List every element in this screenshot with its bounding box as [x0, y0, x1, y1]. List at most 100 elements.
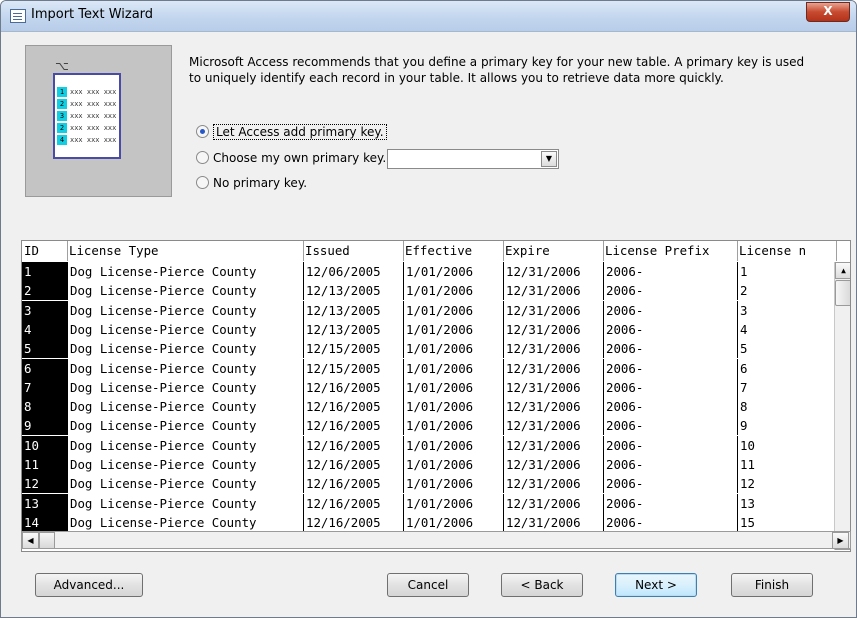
row-selector-cell[interactable]: 14	[22, 512, 67, 532]
table-cell[interactable]: 12/31/2006	[503, 281, 604, 301]
table-cell[interactable]: 12/16/2005	[303, 435, 404, 455]
dropdown-arrow-icon[interactable]: ▼	[541, 151, 557, 167]
table-cell[interactable]: Dog License-Pierce County	[67, 435, 304, 455]
scroll-up-icon[interactable]: ▲	[835, 262, 850, 279]
table-row[interactable]: 10 Dog License-Pierce County 12/16/2005 1/0…	[22, 435, 837, 455]
table-cell[interactable]: 2006-	[603, 262, 738, 281]
option-choose-own-key[interactable]: Choose my own primary key.	[196, 148, 386, 168]
table-cell[interactable]: 12/13/2005	[303, 319, 404, 339]
table-cell[interactable]: Dog License-Pierce County	[67, 377, 304, 397]
table-row[interactable]: 14 Dog License-Pierce County 12/16/2005 1/0…	[22, 512, 834, 532]
table-cell[interactable]: 12/31/2006	[503, 512, 604, 532]
table-cell[interactable]: 12/31/2006	[503, 339, 604, 359]
table-cell[interactable]: 12/31/2006	[503, 416, 604, 436]
row-selector-cell[interactable]: 8	[22, 397, 67, 417]
table-cell[interactable]: 12/31/2006	[503, 377, 604, 397]
table-cell[interactable]: 4	[737, 319, 837, 339]
column-header[interactable]: Expire	[503, 241, 604, 261]
data-preview-grid[interactable]: ID License Type Issued Effective Expire …	[21, 240, 851, 552]
row-selector-cell[interactable]: 6	[22, 358, 67, 378]
table-row[interactable]: 6 Dog License-Pierce County 12/15/2005 1/01…	[22, 358, 837, 378]
column-header[interactable]: Issued	[303, 241, 404, 261]
row-selector-cell[interactable]: 13	[22, 493, 67, 513]
row-selector-cell[interactable]: 2	[22, 281, 67, 301]
table-cell[interactable]: 9	[737, 416, 837, 436]
option-no-primary-key[interactable]: No primary key.	[196, 173, 307, 193]
table-cell[interactable]: 12/16/2005	[303, 455, 404, 474]
vertical-scroll-thumb[interactable]	[835, 280, 850, 306]
table-cell[interactable]: 12/13/2005	[303, 281, 404, 301]
table-cell[interactable]: 1/01/2006	[403, 300, 504, 320]
column-header[interactable]: Effective	[403, 241, 504, 261]
back-button[interactable]: < Back	[501, 573, 583, 597]
table-cell[interactable]: 12	[737, 474, 837, 494]
table-cell[interactable]: 6	[737, 358, 837, 378]
table-cell[interactable]: 12/13/2005	[303, 300, 404, 320]
table-cell[interactable]: 2006-	[603, 319, 738, 339]
horizontal-scrollbar[interactable]: ◀ ▶	[21, 531, 851, 549]
row-selector-cell[interactable]: 12	[22, 474, 67, 494]
column-header[interactable]: License Prefix	[603, 241, 738, 261]
table-cell[interactable]: Dog License-Pierce County	[67, 397, 304, 417]
table-cell[interactable]: 12/31/2006	[503, 474, 604, 494]
table-cell[interactable]: 5	[737, 339, 837, 359]
table-cell[interactable]: 12/31/2006	[503, 435, 604, 455]
column-header[interactable]: License Type	[67, 241, 304, 261]
table-cell[interactable]: 12/16/2005	[303, 377, 404, 397]
table-row[interactable]: 13 Dog License-Pierce County 12/16/2005 1/0…	[22, 493, 837, 513]
radio-icon[interactable]	[196, 176, 209, 189]
table-cell[interactable]: Dog License-Pierce County	[67, 300, 304, 320]
scroll-right-icon[interactable]: ▶	[832, 532, 849, 549]
option-let-access-add-key[interactable]: Let Access add primary key.	[196, 122, 387, 142]
table-cell[interactable]: 8	[737, 397, 837, 417]
table-row[interactable]: 7 Dog License-Pierce County 12/16/2005 1/01…	[22, 377, 837, 397]
table-cell[interactable]: 2006-	[603, 281, 738, 301]
table-cell[interactable]: 1/01/2006	[403, 416, 504, 436]
table-cell[interactable]: 12/06/2005	[303, 262, 404, 281]
vertical-scrollbar[interactable]: ▲ ▼	[834, 262, 850, 550]
row-selector-cell[interactable]: 1	[22, 262, 67, 281]
table-cell[interactable]: Dog License-Pierce County	[67, 339, 304, 359]
table-cell[interactable]: 13	[737, 493, 837, 513]
table-cell[interactable]: Dog License-Pierce County	[67, 262, 304, 281]
close-button[interactable]: X	[806, 2, 850, 22]
table-cell[interactable]: 12/31/2006	[503, 358, 604, 378]
row-selector-cell[interactable]: 3	[22, 300, 67, 320]
table-cell[interactable]: 1/01/2006	[403, 435, 504, 455]
table-cell[interactable]: 2006-	[603, 474, 738, 494]
scroll-left-icon[interactable]: ◀	[22, 532, 39, 549]
table-cell[interactable]: 12/31/2006	[503, 397, 604, 417]
table-cell[interactable]: Dog License-Pierce County	[67, 416, 304, 436]
table-cell[interactable]: Dog License-Pierce County	[67, 512, 304, 532]
table-cell[interactable]: 7	[737, 377, 837, 397]
table-row[interactable]: 5 Dog License-Pierce County 12/15/2005 1/01…	[22, 339, 837, 359]
table-cell[interactable]: 2	[737, 281, 837, 301]
table-cell[interactable]: 2006-	[603, 358, 738, 378]
table-cell[interactable]: Dog License-Pierce County	[67, 455, 304, 474]
radio-selected-icon[interactable]	[196, 125, 209, 138]
row-selector-cell[interactable]: 7	[22, 377, 67, 397]
table-cell[interactable]: 12/31/2006	[503, 493, 604, 513]
table-row[interactable]: 1 Dog License-Pierce County 12/06/2005 1/01…	[22, 262, 834, 281]
finish-button[interactable]: Finish	[731, 573, 813, 597]
table-cell[interactable]: 2006-	[603, 455, 738, 474]
table-cell[interactable]: 1/01/2006	[403, 493, 504, 513]
table-row[interactable]: 2 Dog License-Pierce County 12/13/2005 1/01…	[22, 281, 837, 301]
table-cell[interactable]: 1/01/2006	[403, 474, 504, 494]
radio-icon[interactable]	[196, 151, 209, 164]
cancel-button[interactable]: Cancel	[387, 573, 469, 597]
table-cell[interactable]: 12/16/2005	[303, 493, 404, 513]
table-cell[interactable]: 1/01/2006	[403, 358, 504, 378]
table-cell[interactable]: Dog License-Pierce County	[67, 474, 304, 494]
table-cell[interactable]: 12/31/2006	[503, 300, 604, 320]
table-row[interactable]: 4 Dog License-Pierce County 12/13/2005 1/01…	[22, 319, 837, 339]
table-cell[interactable]: 1	[737, 262, 837, 281]
primary-key-field-select[interactable]: ▼	[387, 149, 559, 169]
column-header[interactable]: ID	[22, 241, 68, 261]
table-cell[interactable]: 10	[737, 435, 837, 455]
table-cell[interactable]: Dog License-Pierce County	[67, 319, 304, 339]
table-cell[interactable]: 11	[737, 455, 837, 474]
table-cell[interactable]: 12/16/2005	[303, 512, 404, 532]
table-cell[interactable]: 12/15/2005	[303, 339, 404, 359]
table-cell[interactable]: 2006-	[603, 377, 738, 397]
